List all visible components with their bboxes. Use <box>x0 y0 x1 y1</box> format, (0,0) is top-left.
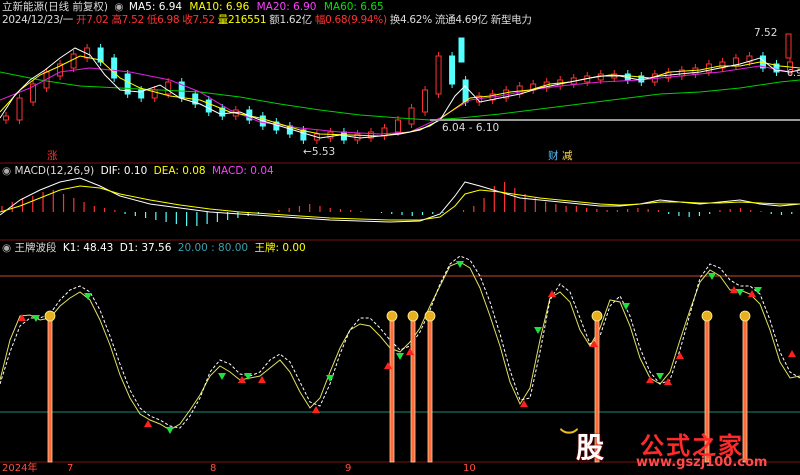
price-right-label: 6.9 <box>787 68 800 79</box>
up-arrow-icon <box>788 350 796 357</box>
macd-dea: DEA: 0.08 <box>153 165 206 177</box>
watermark-url: www.gszj100.com <box>636 455 768 470</box>
down-arrow-icon <box>534 327 542 334</box>
candle-body <box>70 53 77 69</box>
xaxis-month-9: 9 <box>345 463 352 474</box>
candle-body <box>785 33 792 59</box>
coin-icon <box>407 310 419 322</box>
candle-body <box>422 89 429 113</box>
macd-header: ◉ MACD(12,26,9) DIF: 0.10 DEA: 0.08 MACD… <box>2 165 274 178</box>
coin-icon <box>44 310 56 322</box>
chart-canvas[interactable] <box>0 0 800 474</box>
signal-bar <box>389 319 395 463</box>
candle-body <box>408 107 415 125</box>
range-price-label: 6.04 - 6.10 <box>442 122 500 134</box>
coin-icon <box>591 310 603 322</box>
coin-icon <box>386 310 398 322</box>
candle-body <box>111 57 118 79</box>
coin-icon <box>424 310 436 322</box>
price-high-label: 7.52 <box>754 27 778 39</box>
candle-body <box>435 55 442 95</box>
up-arrow-icon <box>258 376 266 383</box>
macd-title: MACD(12,26,9) <box>14 165 95 177</box>
candlestick-series <box>3 33 793 144</box>
wangpai-levels: 20.00 : 80.00 <box>177 242 249 254</box>
wangpai-settings-icon[interactable]: ◉ <box>2 242 11 254</box>
down-arrow-icon <box>456 261 464 268</box>
ma60-line <box>0 71 800 121</box>
wangpai-d1: D1: 37.56 <box>119 242 172 254</box>
macd-histogram <box>1 182 793 226</box>
wangpai-k1: K1: 48.43 <box>62 242 114 254</box>
down-arrow-icon <box>656 373 664 380</box>
d1-line <box>0 255 800 429</box>
candle-body <box>165 81 172 95</box>
macd-settings-icon[interactable]: ◉ <box>2 165 11 177</box>
up-arrow-icon <box>676 352 684 359</box>
candle-body <box>3 115 9 121</box>
candle-body <box>458 37 465 63</box>
down-arrow-icon <box>166 427 174 434</box>
low-price-label: ←5.53 <box>303 146 336 158</box>
candle-body <box>395 119 401 133</box>
wangpai-value: 王牌: 0.00 <box>254 242 306 254</box>
candle-body <box>449 55 456 85</box>
coin-icon <box>701 310 713 322</box>
arrow-icon: ← <box>303 146 312 158</box>
k1-line <box>0 261 800 431</box>
watermark-logo: ︶ 股 <box>560 426 620 464</box>
coin-icon <box>739 310 751 322</box>
event-marker-zhang[interactable]: 涨 <box>47 150 58 163</box>
macd-dif-line <box>0 177 800 223</box>
up-arrow-icon <box>312 406 320 413</box>
candle-body <box>205 99 212 113</box>
up-arrow-icon <box>144 420 152 427</box>
down-arrow-icon <box>218 373 226 380</box>
wangpai-title: 王牌波段 <box>14 242 57 254</box>
signal-bar <box>47 319 53 463</box>
xaxis-month-10: 10 <box>463 463 476 474</box>
macd-value: MACD: 0.04 <box>211 165 274 177</box>
xaxis-month-8: 8 <box>210 463 217 474</box>
macd-dea-line <box>0 185 800 221</box>
xaxis-month-7: 7 <box>67 463 74 474</box>
down-arrow-icon <box>396 353 404 360</box>
signal-bar <box>410 319 416 463</box>
watermark-logo-char: 股 <box>576 431 605 464</box>
xaxis-year: 2024年 <box>2 463 38 474</box>
up-arrow-icon <box>548 290 556 297</box>
candle-body <box>16 97 23 121</box>
candle-body <box>462 79 469 103</box>
event-marker-jian[interactable]: 减 <box>562 150 573 163</box>
wangpai-header: ◉ 王牌波段 K1: 48.43 D1: 37.56 20.00 : 80.00… <box>2 242 306 255</box>
macd-dif: DIF: 0.10 <box>100 165 148 177</box>
event-marker-cai[interactable]: 财 <box>548 150 559 163</box>
up-arrow-icon <box>520 400 528 407</box>
signal-bar <box>427 319 433 463</box>
